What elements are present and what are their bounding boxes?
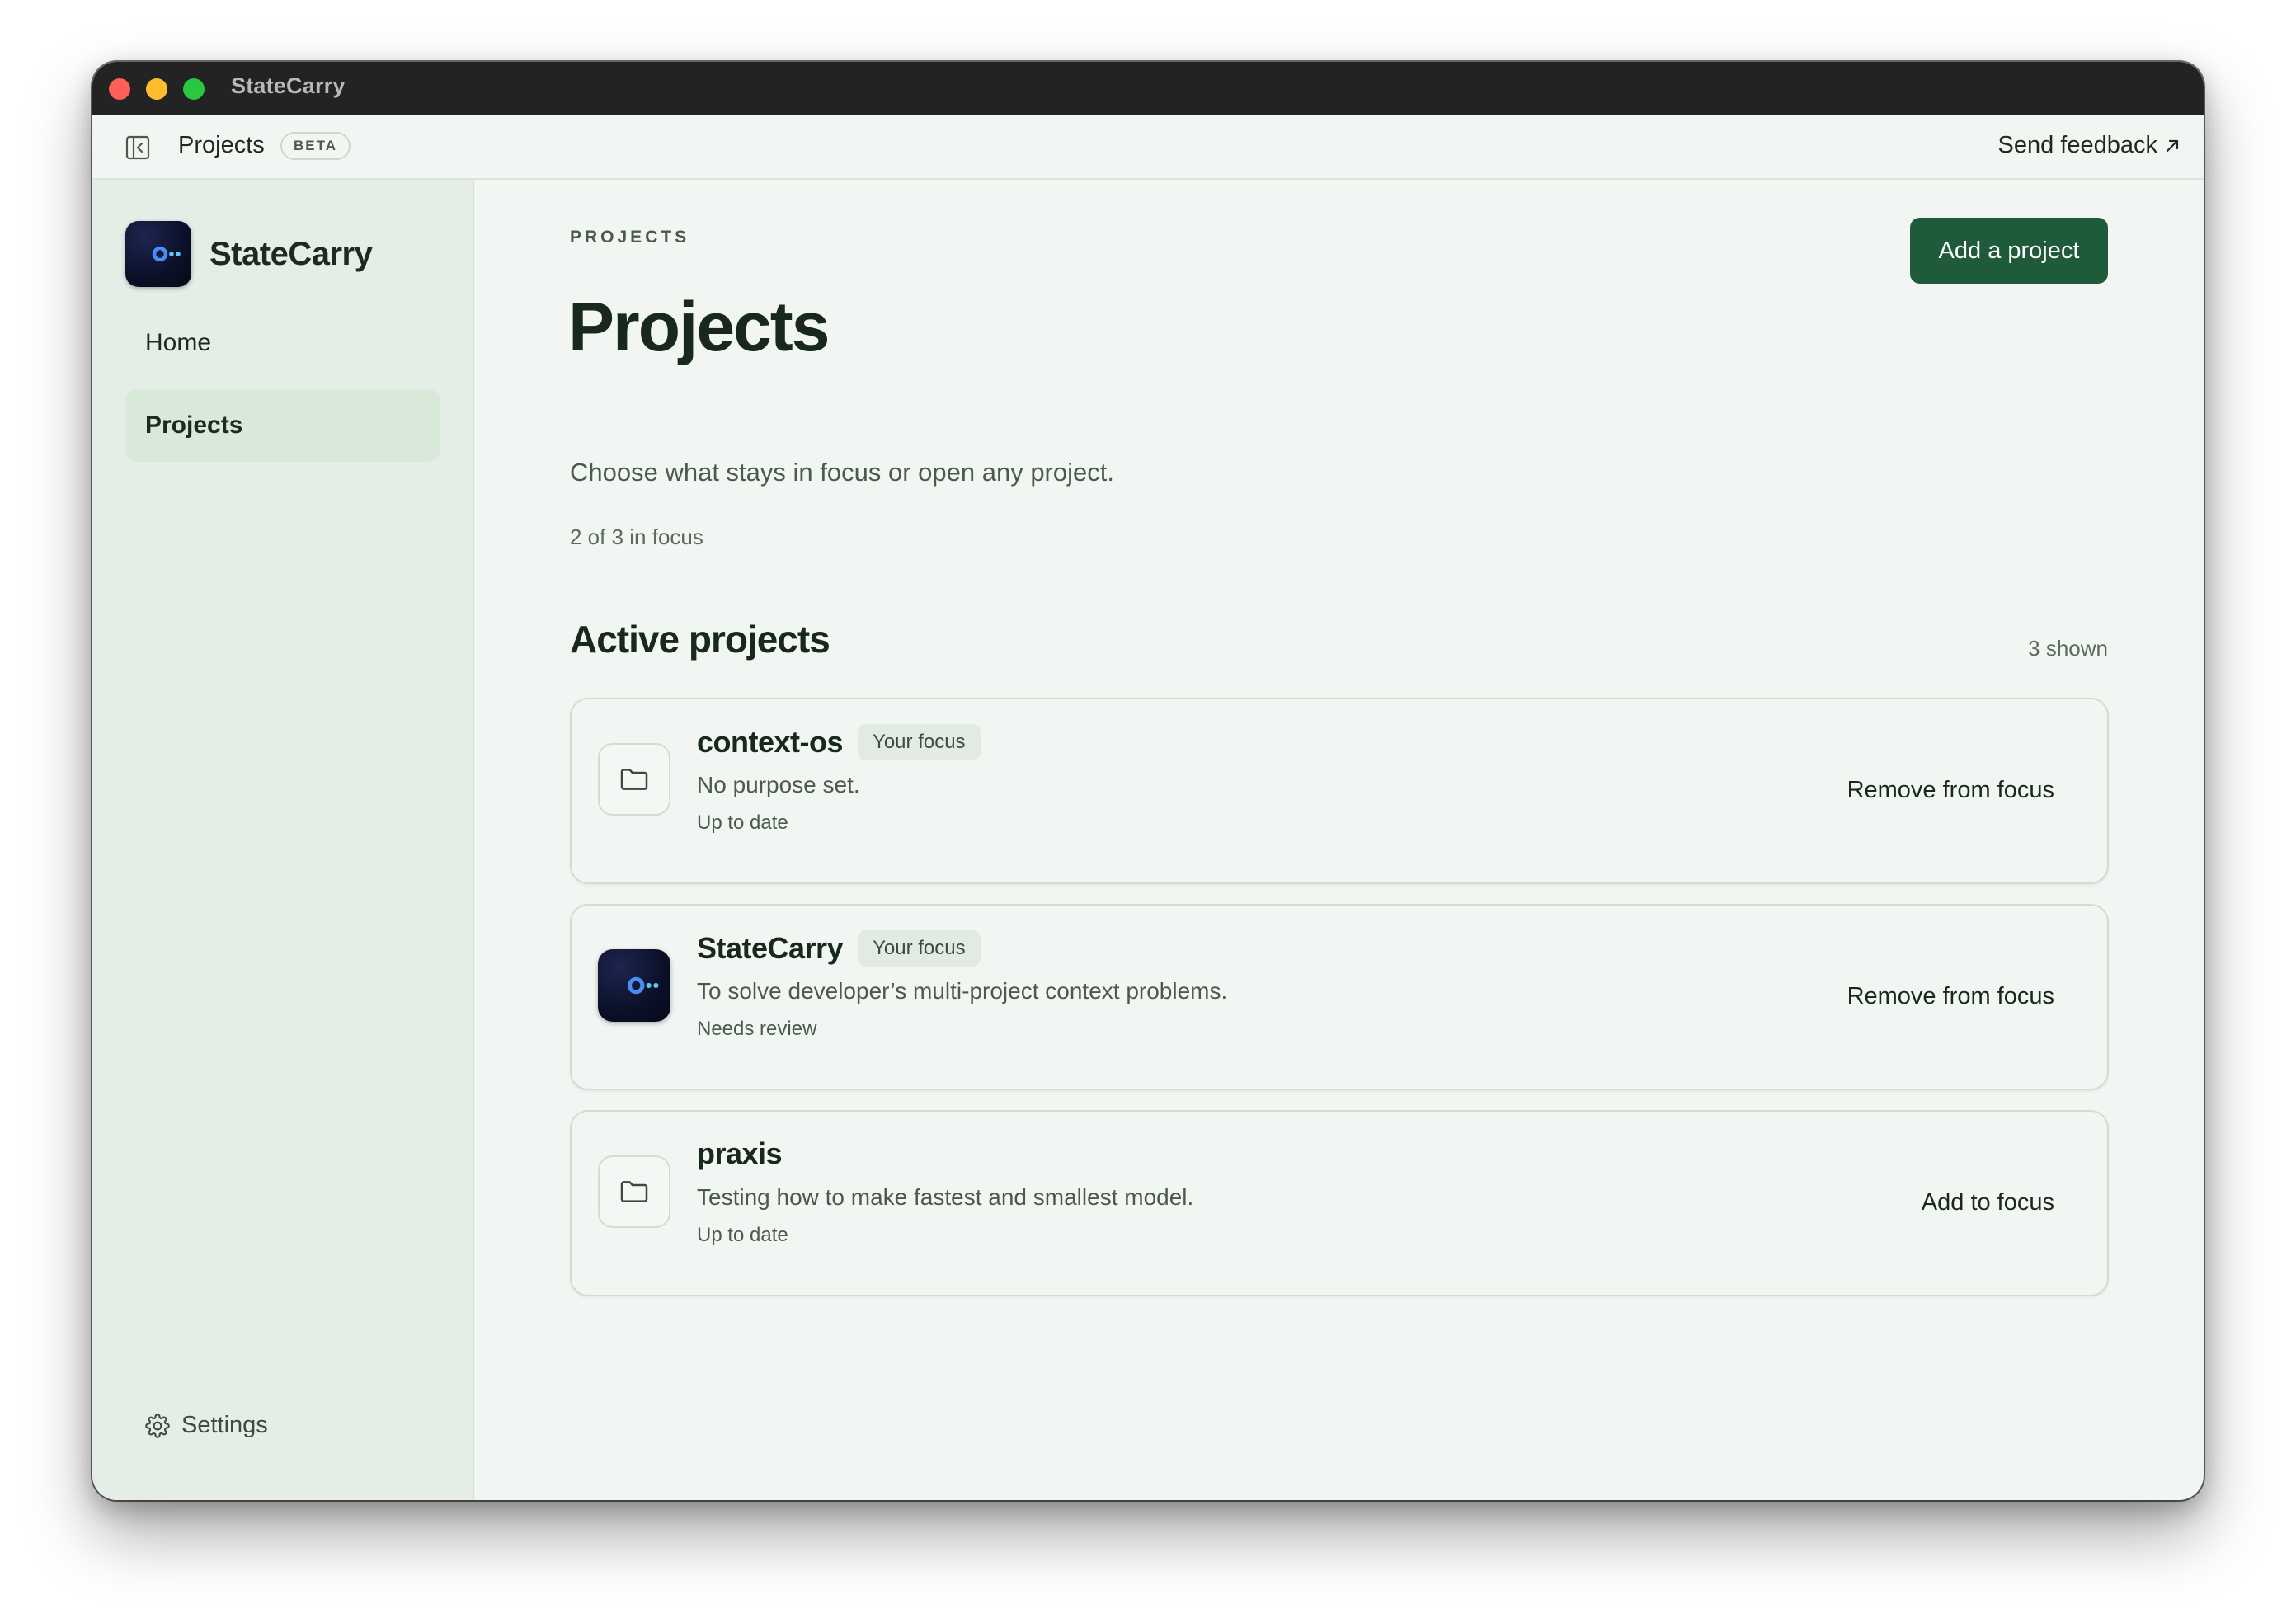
add-project-button[interactable]: Add a project <box>1910 218 2108 284</box>
project-name[interactable]: StateCarry <box>697 931 844 966</box>
send-feedback-label: Send feedback <box>1997 132 2157 158</box>
title-bar: StateCarry <box>92 62 2204 115</box>
statecarry-logo-icon <box>598 949 670 1022</box>
folder-icon <box>598 743 670 816</box>
project-status: Up to date <box>697 1224 788 1246</box>
remove-from-focus-button[interactable]: Remove from focus <box>1847 777 2054 804</box>
main-content: PROJECTS Add a project Projects Choose w… <box>474 180 2204 1500</box>
gear-icon <box>145 1413 170 1438</box>
brand[interactable]: StateCarry <box>125 221 373 287</box>
remove-from-focus-button[interactable]: Remove from focus <box>1847 983 2054 1010</box>
project-name-row: StateCarry Your focus <box>697 930 981 967</box>
focus-tag: Your focus <box>858 724 981 760</box>
beta-badge: BETA <box>280 132 351 160</box>
send-feedback-link[interactable]: Send feedback <box>1998 132 2181 159</box>
page-eyebrow: PROJECTS <box>570 228 690 247</box>
folder-icon <box>598 1155 670 1228</box>
focus-tag: Your focus <box>858 930 981 967</box>
statecarry-logo-icon <box>125 221 191 287</box>
project-name-row: context-os Your focus <box>697 724 981 760</box>
project-name-row: praxis <box>697 1136 783 1171</box>
brand-name: StateCarry <box>209 235 373 272</box>
project-name[interactable]: context-os <box>697 725 844 760</box>
arrow-up-right-icon <box>2166 139 2179 152</box>
page-title: Projects <box>568 288 830 365</box>
top-toolbar: Projects BETA Send feedback <box>92 115 2204 180</box>
close-window-button[interactable] <box>109 78 130 100</box>
sidebar-item-label: Projects <box>145 412 243 439</box>
shown-count: 3 shown <box>2028 636 2108 661</box>
settings-label: Settings <box>181 1412 268 1438</box>
sidebar-item-home[interactable]: Home <box>125 307 440 379</box>
add-to-focus-button[interactable]: Add to focus <box>1922 1189 2054 1216</box>
project-name[interactable]: praxis <box>697 1136 783 1171</box>
project-description: To solve developer’s multi-project conte… <box>697 978 1228 1004</box>
window-title: StateCarry <box>231 73 346 98</box>
sidebar-item-label: Home <box>145 329 212 356</box>
sidebar-toggle-icon[interactable] <box>125 135 150 160</box>
app-window: StateCarry Projects BETA Send feedback S… <box>92 62 2204 1500</box>
project-status: Needs review <box>697 1018 817 1040</box>
sidebar: StateCarry Home Projects Settings <box>92 180 474 1500</box>
project-description: Testing how to make fastest and smallest… <box>697 1184 1194 1210</box>
section-title: Active projects <box>570 618 830 661</box>
project-status: Up to date <box>697 812 788 834</box>
sidebar-item-settings[interactable]: Settings <box>145 1412 268 1439</box>
project-card-statecarry[interactable]: StateCarry Your focus To solve developer… <box>570 904 2109 1090</box>
project-card-praxis[interactable]: praxis Testing how to make fastest and s… <box>570 1110 2109 1296</box>
project-description: No purpose set. <box>697 772 860 797</box>
minimize-window-button[interactable] <box>146 78 167 100</box>
project-card-context-os[interactable]: context-os Your focus No purpose set. Up… <box>570 698 2109 884</box>
toolbar-title: Projects <box>178 132 265 158</box>
zoom-window-button[interactable] <box>183 78 205 100</box>
page-subtitle: Choose what stays in focus or open any p… <box>570 458 1114 487</box>
sidebar-item-projects[interactable]: Projects <box>125 389 440 462</box>
focus-count: 2 of 3 in focus <box>570 525 703 549</box>
